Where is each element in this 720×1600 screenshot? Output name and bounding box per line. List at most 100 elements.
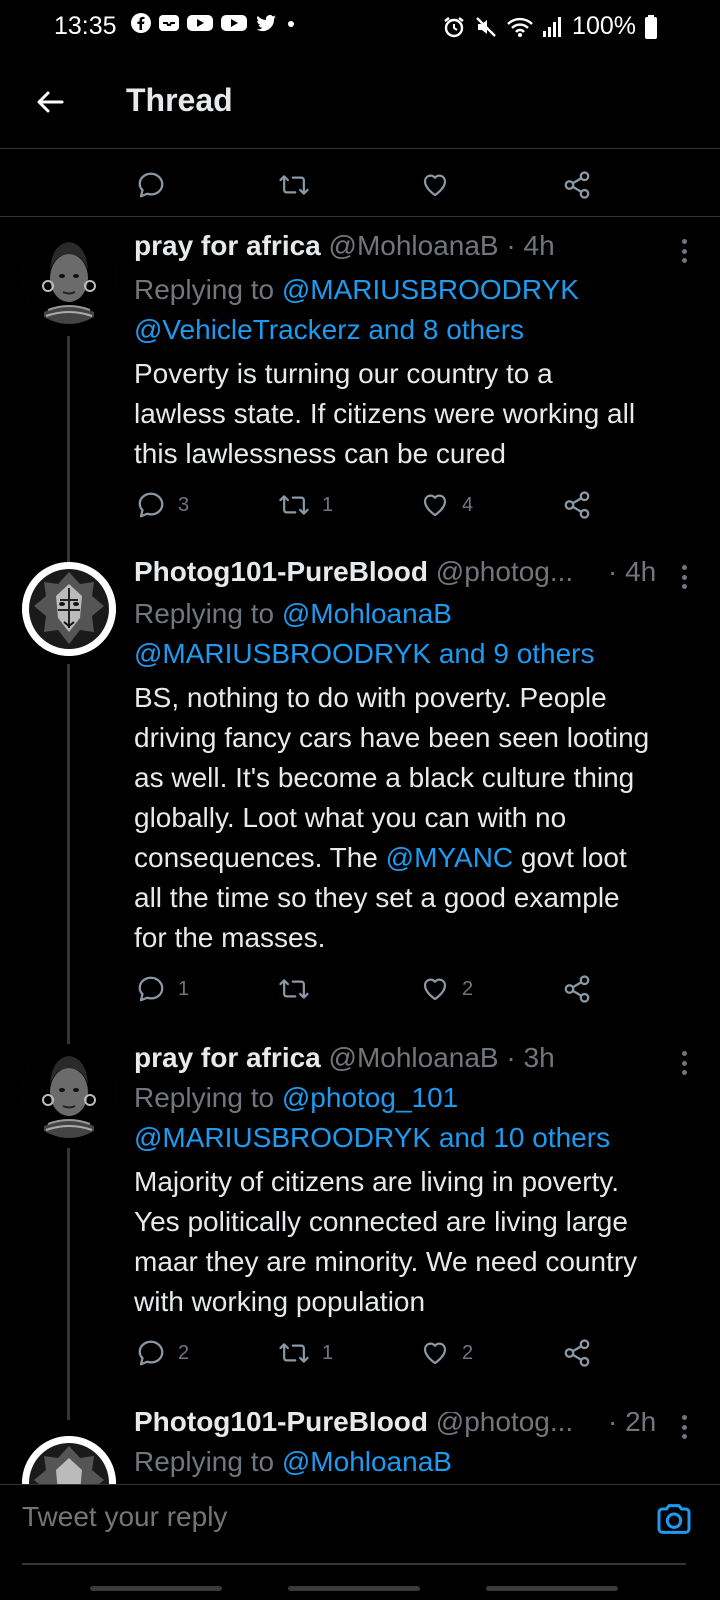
reply-icon: [138, 172, 164, 198]
avatar-image: [22, 1436, 116, 1484]
display-name[interactable]: Photog101-PureBlood: [134, 556, 428, 587]
display-name[interactable]: pray for africa: [134, 230, 321, 261]
replying-to-label: Replying to: [134, 1446, 275, 1477]
mention-link[interactable]: @MohloanaB: [282, 1446, 452, 1477]
share-button[interactable]: [562, 974, 592, 1004]
avatar-image: [22, 562, 116, 656]
more-options-button[interactable]: [674, 236, 694, 266]
user-handle[interactable]: @photog...: [436, 1412, 573, 1437]
tweet-text-fragment: consequences. The: [134, 842, 386, 873]
user-handle[interactable]: @MohloanaB: [329, 230, 499, 261]
mention-link[interactable]: @photog_101: [282, 1082, 458, 1113]
tweet-time: · 2h: [608, 1412, 657, 1437]
retweet-button[interactable]: [278, 170, 310, 200]
tweet-text-line: Yes politically connected are living lar…: [134, 1206, 628, 1237]
thread-line: [67, 1148, 70, 1420]
more-notifications-icon: [288, 21, 294, 27]
heart-icon: [423, 1342, 447, 1365]
nav-recents-handle[interactable]: [90, 1586, 222, 1591]
thread-header: Thread: [0, 60, 720, 150]
nav-back-handle[interactable]: [486, 1586, 618, 1591]
alarm-icon: [444, 16, 464, 37]
parent-tweet-divider: [0, 216, 720, 217]
nav-home-handle[interactable]: [288, 1586, 420, 1591]
retweet-button[interactable]: 1: [278, 1338, 333, 1368]
reply-icon: [138, 1340, 164, 1366]
tweet-time: · 4h: [608, 556, 657, 587]
display-name[interactable]: pray for africa: [134, 1042, 321, 1073]
avatar-image: [22, 1044, 116, 1138]
facebook-icon: [131, 13, 151, 33]
battery-icon: [645, 14, 657, 39]
reply-button[interactable]: 3: [136, 490, 189, 520]
mention-link[interactable]: @MohloanaB: [282, 598, 452, 629]
avatar[interactable]: [22, 230, 116, 324]
share-button[interactable]: [562, 490, 592, 520]
mention-link[interactable]: @VehicleTrackerz and 8 others: [134, 314, 524, 345]
retweet-icon: [279, 979, 309, 999]
camera-button[interactable]: [654, 1499, 694, 1544]
like-count: 2: [462, 1341, 474, 1364]
reply-count: 2: [178, 1341, 190, 1364]
tweet-text-line: lawless state. If citizens were working …: [134, 398, 636, 429]
thread-line: [67, 336, 70, 562]
avatar[interactable]: [22, 1436, 116, 1484]
share-button[interactable]: [562, 170, 592, 200]
more-options-button[interactable]: [674, 1048, 694, 1078]
thread-line: [67, 664, 70, 1044]
inbox-icon: [159, 15, 179, 31]
tweet-text-line: consequences. The @MYANC govt loot: [134, 838, 700, 878]
reply-button[interactable]: 1: [136, 974, 189, 1004]
share-button[interactable]: [562, 1338, 592, 1368]
reply-count: 1: [178, 977, 190, 1000]
parent-tweet-actions: [0, 158, 720, 214]
tweet-text-line: with working population: [134, 1286, 426, 1317]
tweet-text-line: globally. Loot what you can with no: [134, 802, 567, 833]
reply-input[interactable]: [22, 1501, 582, 1533]
retweet-button[interactable]: [278, 974, 322, 1004]
replying-to: Replying to @MohloanaB: [134, 1442, 690, 1482]
reply-icon: [138, 976, 164, 1002]
tweet-text-fragment: govt loot: [513, 842, 627, 873]
like-count: 2: [462, 977, 474, 1000]
replying-to: Replying to @photog_101 @MARIUSBROODRYK …: [134, 1078, 690, 1158]
reply-icon: [138, 492, 164, 518]
tweet-text-line: Poverty is turning our country to a: [134, 358, 553, 389]
avatar[interactable]: [22, 1044, 116, 1138]
reply-button[interactable]: 2: [136, 1338, 189, 1368]
mention-link[interactable]: @MARIUSBROODRYK and 10 others: [134, 1122, 610, 1153]
heart-icon: [423, 174, 447, 197]
more-options-button[interactable]: [674, 1412, 694, 1442]
twitter-icon: [256, 15, 276, 32]
share-icon: [564, 491, 590, 519]
tweet-text-line: maar they are minority. We need country: [134, 1246, 638, 1277]
tweet-text-line: this lawlessness can be cured: [134, 438, 506, 469]
retweet-count: 1: [322, 1341, 334, 1364]
like-button[interactable]: 2: [420, 974, 473, 1004]
display-name[interactable]: Photog101-PureBlood: [134, 1412, 428, 1437]
tweet-text-line: for the masses.: [134, 922, 326, 953]
more-options-button[interactable]: [674, 562, 694, 592]
mention-link[interactable]: @MARIUSBROODRYK and 9 others: [134, 638, 595, 669]
like-button[interactable]: 2: [420, 1338, 473, 1368]
composer-underline: [22, 1563, 686, 1565]
user-handle[interactable]: @photog...: [436, 556, 573, 587]
like-count: 4: [462, 493, 474, 516]
reply-button[interactable]: [136, 170, 166, 200]
tweet[interactable]: Photog101-PureBlood @photog... · 2h Repl…: [0, 1412, 720, 1484]
youtube-icon: [221, 15, 247, 31]
like-button[interactable]: [420, 170, 450, 200]
tweet-header: Photog101-PureBlood @photog...: [134, 556, 610, 588]
avatar[interactable]: [22, 562, 116, 656]
retweet-button[interactable]: 1: [278, 490, 333, 520]
mention-link[interactable]: @MARIUSBROODRYK: [282, 274, 579, 305]
mute-icon: [476, 16, 496, 37]
mention-link[interactable]: @MYANC: [386, 842, 513, 873]
back-button[interactable]: [28, 80, 72, 124]
like-button[interactable]: 4: [420, 490, 473, 520]
reply-composer: [0, 1484, 720, 1600]
youtube-icon: [187, 15, 213, 31]
tweet-text: Poverty is turning our country to a lawl…: [134, 354, 700, 474]
user-handle[interactable]: @MohloanaB: [329, 1042, 499, 1073]
share-icon: [564, 975, 590, 1003]
